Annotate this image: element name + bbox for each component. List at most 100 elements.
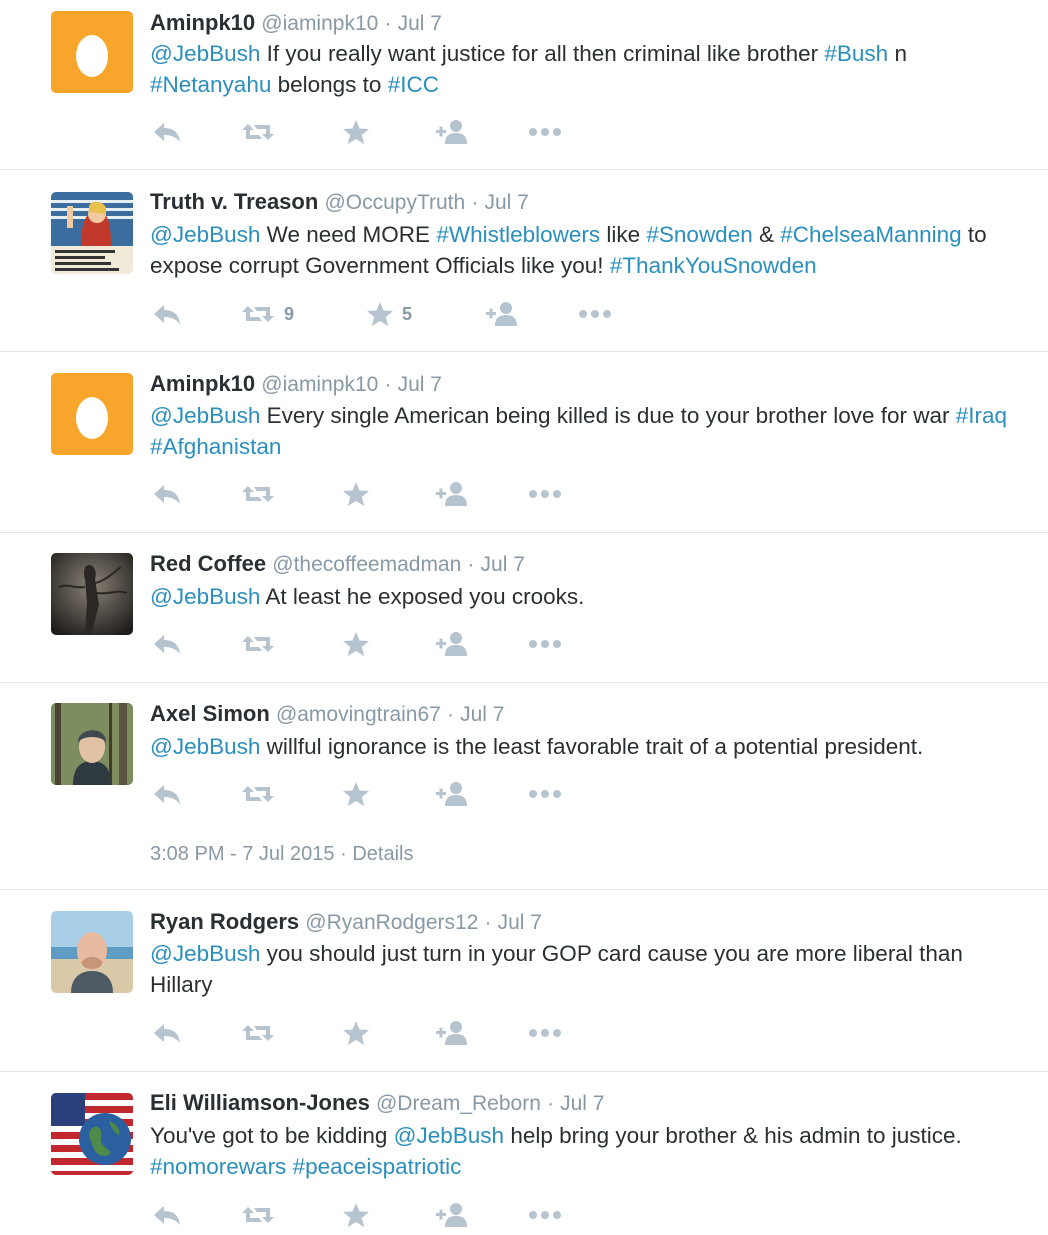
mention-link[interactable]: @JebBush bbox=[394, 1123, 504, 1148]
avatar[interactable] bbox=[51, 911, 133, 993]
favorite-button[interactable]: 5 bbox=[366, 299, 412, 329]
tweet[interactable]: Axel Simon @amovingtrain67 · Jul 7 @JebB… bbox=[0, 683, 1048, 890]
tweet[interactable]: Ryan Rodgers @RyanRodgers12 · Jul 7 @Jeb… bbox=[0, 890, 1048, 1072]
user-name[interactable]: Truth v. Treason bbox=[150, 189, 318, 214]
more-options-button[interactable] bbox=[528, 779, 562, 809]
user-handle[interactable]: @thecoffeemadman bbox=[272, 553, 461, 576]
reply-button[interactable] bbox=[152, 117, 182, 147]
hashtag-link[interactable]: #Netanyahu bbox=[150, 72, 271, 97]
user-handle[interactable]: @iaminpk10 bbox=[261, 373, 378, 396]
reply-button[interactable] bbox=[152, 1200, 182, 1230]
more-icon bbox=[578, 309, 612, 319]
follow-button[interactable] bbox=[434, 117, 470, 147]
hashtag-link[interactable]: #ICC bbox=[388, 72, 439, 97]
more-icon bbox=[528, 489, 562, 499]
more-options-button[interactable] bbox=[528, 629, 562, 659]
reply-button[interactable] bbox=[152, 1018, 182, 1048]
avatar[interactable] bbox=[51, 1093, 133, 1175]
avatar[interactable] bbox=[51, 553, 133, 635]
user-name[interactable]: Axel Simon bbox=[150, 701, 270, 726]
retweet-button[interactable] bbox=[240, 629, 276, 659]
retweet-button[interactable] bbox=[240, 117, 276, 147]
retweet-button[interactable] bbox=[240, 779, 276, 809]
follow-button[interactable] bbox=[434, 479, 470, 509]
separator: · bbox=[547, 1092, 554, 1115]
tweet-full-timestamp[interactable]: 3:08 PM - 7 Jul 2015 bbox=[150, 843, 335, 865]
user-name[interactable]: Eli Williamson-Jones bbox=[150, 1090, 370, 1115]
hashtag-link[interactable]: #Snowden bbox=[646, 222, 752, 247]
reply-button[interactable] bbox=[152, 629, 182, 659]
tweet-timestamp[interactable]: Jul 7 bbox=[460, 703, 504, 726]
user-handle[interactable]: @amovingtrain67 bbox=[276, 703, 441, 726]
hashtag-link[interactable]: #Bush bbox=[824, 41, 888, 66]
mention-link[interactable]: @JebBush bbox=[150, 734, 260, 759]
mention-link[interactable]: @JebBush bbox=[150, 222, 260, 247]
tweet-timestamp[interactable]: Jul 7 bbox=[398, 12, 442, 35]
tweet-text-segment: willful ignorance is the least favorable… bbox=[260, 734, 924, 759]
tweet[interactable]: Truth v. Treason @OccupyTruth · Jul 7 @J… bbox=[0, 170, 1048, 352]
hashtag-link[interactable]: #Iraq bbox=[956, 403, 1007, 428]
favorite-button[interactable] bbox=[342, 479, 370, 509]
user-handle[interactable]: @iaminpk10 bbox=[261, 12, 378, 35]
hashtag-link[interactable]: #Whistleblowers bbox=[436, 222, 600, 247]
follow-button[interactable] bbox=[434, 779, 470, 809]
hashtag-link[interactable]: #ThankYouSnowden bbox=[610, 253, 817, 278]
reply-button[interactable] bbox=[152, 779, 182, 809]
details-link[interactable]: Details bbox=[352, 843, 413, 865]
reply-icon bbox=[152, 120, 182, 144]
hashtag-link[interactable]: #Afghanistan bbox=[150, 434, 281, 459]
retweet-button[interactable]: 9 bbox=[240, 299, 294, 329]
avatar[interactable] bbox=[51, 703, 133, 785]
user-handle[interactable]: @OccupyTruth bbox=[324, 191, 465, 214]
tweet-timestamp[interactable]: Jul 7 bbox=[484, 191, 528, 214]
tweet[interactable]: Eli Williamson-Jones @Dream_Reborn · Jul… bbox=[0, 1072, 1048, 1235]
separator: · bbox=[484, 911, 492, 934]
more-options-button[interactable] bbox=[528, 117, 562, 147]
mention-link[interactable]: @JebBush bbox=[150, 941, 260, 966]
hashtag-link[interactable]: #ChelseaManning bbox=[780, 222, 961, 247]
favorite-button[interactable] bbox=[342, 1018, 370, 1048]
favorite-button[interactable] bbox=[342, 117, 370, 147]
follow-button[interactable] bbox=[434, 629, 470, 659]
mention-link[interactable]: @JebBush bbox=[150, 584, 260, 609]
user-handle[interactable]: @RyanRodgers12 bbox=[305, 911, 478, 934]
tweet-timestamp[interactable]: Jul 7 bbox=[498, 911, 542, 934]
favorite-button[interactable] bbox=[342, 1200, 370, 1230]
favorite-button[interactable] bbox=[342, 629, 370, 659]
retweet-button[interactable] bbox=[240, 479, 276, 509]
follow-button[interactable] bbox=[434, 1018, 470, 1048]
avatar[interactable] bbox=[51, 192, 133, 274]
tweet-timestamp[interactable]: Jul 7 bbox=[398, 373, 442, 396]
hashtag-link[interactable]: #peaceispatriotic bbox=[293, 1154, 462, 1179]
mention-link[interactable]: @JebBush bbox=[150, 41, 260, 66]
more-options-button[interactable] bbox=[528, 479, 562, 509]
retweet-button[interactable] bbox=[240, 1200, 276, 1230]
user-handle[interactable]: @Dream_Reborn bbox=[376, 1092, 541, 1115]
reply-icon bbox=[152, 1203, 182, 1227]
reply-button[interactable] bbox=[152, 479, 182, 509]
tweet-text: @JebBush At least he exposed you crooks. bbox=[150, 581, 1020, 612]
mention-link[interactable]: @JebBush bbox=[150, 403, 260, 428]
more-options-button[interactable] bbox=[528, 1018, 562, 1048]
tweet-timestamp[interactable]: Jul 7 bbox=[560, 1092, 604, 1115]
more-options-button[interactable] bbox=[578, 299, 612, 329]
reply-button[interactable] bbox=[152, 299, 182, 329]
tweet-timestamp[interactable]: Jul 7 bbox=[481, 553, 525, 576]
hashtag-link[interactable]: #nomorewars bbox=[150, 1154, 286, 1179]
user-name[interactable]: Red Coffee bbox=[150, 551, 266, 576]
more-icon bbox=[528, 789, 562, 799]
avatar[interactable] bbox=[51, 373, 133, 455]
more-options-button[interactable] bbox=[528, 1200, 562, 1230]
favorite-button[interactable] bbox=[342, 779, 370, 809]
user-name[interactable]: Ryan Rodgers bbox=[150, 909, 299, 934]
tweet-text-segment: help bring your brother & his admin to j… bbox=[504, 1123, 962, 1148]
tweet[interactable]: Aminpk10 @iaminpk10 · Jul 7 @JebBush If … bbox=[0, 0, 1048, 170]
tweet[interactable]: Red Coffee @thecoffeemadman · Jul 7 @Jeb… bbox=[0, 533, 1048, 683]
tweet[interactable]: Aminpk10 @iaminpk10 · Jul 7 @JebBush Eve… bbox=[0, 352, 1048, 533]
follow-button[interactable] bbox=[484, 299, 520, 329]
user-name[interactable]: Aminpk10 bbox=[150, 10, 255, 35]
user-name[interactable]: Aminpk10 bbox=[150, 371, 255, 396]
retweet-button[interactable] bbox=[240, 1018, 276, 1048]
follow-button[interactable] bbox=[434, 1200, 470, 1230]
avatar[interactable] bbox=[51, 11, 133, 93]
